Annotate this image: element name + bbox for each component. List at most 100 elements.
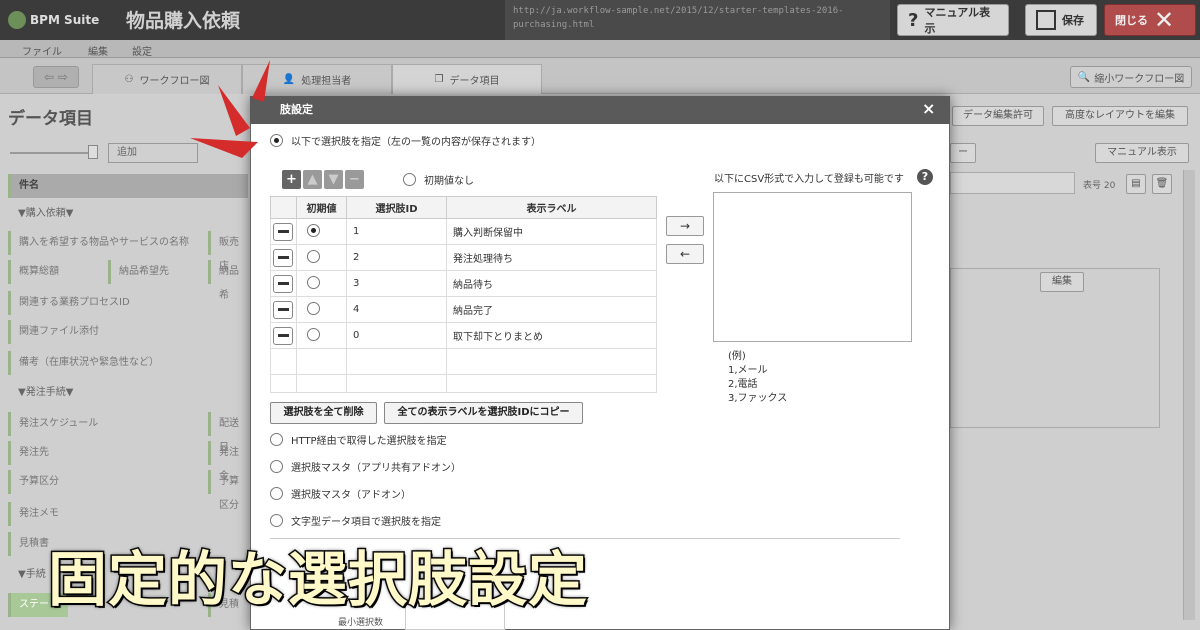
close-button[interactable]: 閉じる ✕ [1104, 4, 1196, 36]
option-label[interactable]: 取下却下とりまとめ [446, 322, 657, 349]
logo-icon [8, 11, 26, 29]
zoom-slider[interactable] [10, 152, 95, 154]
save-label: 保存 [1062, 14, 1084, 27]
attention-mark [190, 60, 270, 158]
list-item[interactable]: 予算区分 [8, 470, 198, 494]
manual-display-button[interactable]: マニュアル表示 [1095, 143, 1189, 163]
list-item[interactable]: 発注スケジュール [8, 412, 198, 436]
option-id[interactable]: 4 [346, 296, 447, 323]
save-button[interactable]: 保存 [1025, 4, 1097, 36]
list-item[interactable]: 備考（在庫状況や緊急性など） [8, 351, 248, 375]
radio-icon[interactable] [270, 433, 283, 446]
list-item[interactable]: 発注メモ [8, 502, 198, 526]
option-label[interactable]: 納品待ち [446, 270, 657, 297]
radio-master[interactable]: 選択肢マスタ（アドオン） [270, 486, 411, 501]
list-item[interactable]: 概算総額 [8, 260, 100, 284]
list-item[interactable]: 販売店 [208, 231, 248, 272]
radio-fixed-options[interactable]: 以下で選択肢を指定（左の一覧の内容が保存されます） [270, 133, 541, 148]
workflow-icon: ⚇ [124, 74, 134, 85]
label-input[interactable] [950, 172, 1075, 194]
tab-label: 処理担当者 [301, 76, 352, 87]
radio-http[interactable]: HTTP経由で取得した選択肢を指定 [270, 432, 447, 447]
add-item-select[interactable]: 追加 [108, 143, 198, 163]
option-id[interactable]: 0 [346, 322, 447, 349]
zoom-slider-handle[interactable] [88, 145, 98, 159]
doc-icon[interactable]: ▤ [1126, 174, 1146, 194]
radio-icon[interactable] [403, 173, 416, 186]
row-toolbar: + ▲ ▼ − [282, 170, 364, 189]
radio-no-default[interactable]: 初期値なし [403, 172, 474, 187]
delete-all-button[interactable]: 選択肢を全て削除 [270, 402, 377, 424]
move-up-icon[interactable]: ▲ [303, 170, 322, 189]
dialog-close-icon[interactable]: × [922, 99, 935, 118]
default-radio[interactable] [307, 301, 320, 315]
mini-workflow-button[interactable]: 🔍 縮小ワークフロー図 [1070, 66, 1192, 88]
remove-row-button[interactable] [273, 300, 293, 319]
tab-data-items[interactable]: ❐ データ項目 [392, 64, 542, 94]
option-label[interactable]: 購入判断保留中 [446, 218, 657, 245]
option-id[interactable]: 3 [346, 270, 447, 297]
example-line: 2,電話 [728, 379, 758, 390]
list-item[interactable]: 納品希望先 [108, 260, 200, 284]
list-item[interactable]: 予算区分 [208, 470, 248, 511]
remove-row-button[interactable] [273, 222, 293, 241]
url-line: http://ja.workflow-sample.net/2015/12/st… [513, 6, 844, 16]
from-csv-button[interactable]: ← [666, 244, 704, 264]
option-id[interactable]: 2 [346, 244, 447, 271]
list-item[interactable]: 配送日 [208, 412, 248, 453]
radio-master-shared[interactable]: 選択肢マスタ（アプリ共有アドオン） [270, 459, 461, 474]
add-row-icon[interactable]: + [282, 170, 301, 189]
move-down-icon[interactable]: ▼ [324, 170, 343, 189]
mini-workflow-label: 縮小ワークフロー図 [1094, 73, 1185, 85]
menu-file[interactable]: ファイル [22, 43, 62, 58]
to-csv-button[interactable]: → [666, 216, 704, 236]
list-item[interactable]: 購入を希望する物品やサービスの名称 [8, 231, 198, 255]
menu-settings[interactable]: 設定 [132, 43, 152, 58]
remove-row-button[interactable] [273, 274, 293, 293]
table-row: 3 納品待ち [270, 270, 657, 297]
remove-row-icon[interactable]: − [345, 170, 364, 189]
radio-label: 選択肢マスタ（アプリ共有アドオン） [291, 463, 461, 474]
scrollbar[interactable] [1183, 170, 1195, 620]
radio-icon[interactable] [270, 487, 283, 500]
list-item[interactable]: 関連ファイル添付 [8, 320, 248, 344]
table-row [270, 374, 657, 393]
dialog-title: 肢設定 [250, 96, 950, 124]
logo: BPM Suite [8, 8, 118, 32]
advanced-layout-button[interactable]: 高度なレイアウトを編集 [1052, 106, 1188, 126]
radio-icon[interactable] [270, 514, 283, 527]
logo-text: BPM Suite [30, 13, 100, 27]
undo-redo-buttons[interactable]: ⇦ ⇨ [33, 66, 79, 88]
list-item[interactable]: 納品希 [208, 260, 248, 301]
default-radio[interactable] [307, 275, 320, 289]
option-label[interactable]: 発注処理待ち [446, 244, 657, 271]
option-id[interactable]: 1 [346, 218, 447, 245]
app-title: 物品購入依頼 [126, 10, 241, 32]
list-item[interactable]: 発注金 [208, 441, 248, 482]
radio-string-field[interactable]: 文字型データ項目で選択肢を指定 [270, 513, 441, 528]
csv-example: (例) 1,メール 2,電話 3,ファックス [728, 350, 787, 406]
edit-button[interactable]: 編集 [1040, 272, 1084, 292]
copy-labels-button[interactable]: 全ての表示ラベルを選択肢IDにコピー [384, 402, 583, 424]
menu-button-fragment[interactable]: ー [950, 143, 976, 163]
default-radio[interactable] [307, 223, 320, 237]
remove-row-button[interactable] [273, 248, 293, 267]
list-item[interactable]: 関連する業務プロセスID [8, 291, 248, 315]
default-radio[interactable] [307, 327, 320, 341]
csv-hint: 以下にCSV形式で入力して登録も可能です [714, 174, 904, 185]
radio-icon[interactable] [270, 460, 283, 473]
csv-textarea[interactable] [713, 192, 912, 342]
edit-permission-button[interactable]: データ編集許可 [952, 106, 1044, 126]
manual-button[interactable]: ? マニュアル表示 [897, 4, 1009, 36]
table-row: 2 発注処理待ち [270, 244, 657, 271]
remove-row-button[interactable] [273, 326, 293, 345]
save-icon [1036, 10, 1056, 30]
col-default: 初期値 [296, 196, 347, 219]
default-radio[interactable] [307, 249, 320, 263]
option-label[interactable]: 納品完了 [446, 296, 657, 323]
help-icon[interactable]: ? [917, 169, 933, 185]
col-option-id: 選択肢ID [346, 196, 447, 219]
menu-edit[interactable]: 編集 [88, 43, 108, 58]
trash-icon[interactable]: 🗑 [1152, 174, 1172, 194]
list-item[interactable]: 発注先 [8, 441, 198, 465]
